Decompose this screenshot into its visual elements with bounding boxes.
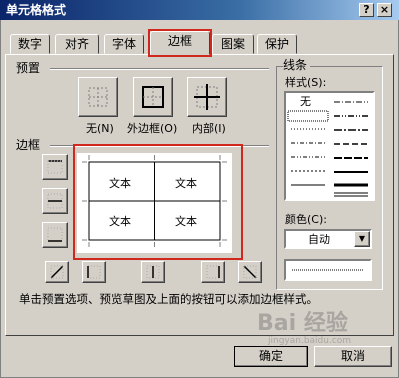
line-group-label: 线条 (283, 58, 311, 72)
preset-outline-button[interactable] (133, 77, 173, 117)
line-style-samples (287, 101, 368, 197)
line-sample-preview (284, 259, 372, 281)
border-bottom-icon (47, 227, 63, 242)
border-middle-horizontal-button[interactable] (42, 188, 68, 214)
line-color-label: 颜色(C): (285, 213, 327, 226)
border-top-button[interactable] (42, 154, 68, 180)
border-middle-vertical-icon (146, 265, 160, 279)
tab-protection[interactable]: 保护 (257, 34, 297, 54)
chevron-down-icon[interactable]: ▼ (354, 231, 370, 247)
cancel-button[interactable]: 取消 (314, 346, 392, 367)
diagonal-down-icon (243, 265, 257, 279)
preset-outline-label: 外边框(O) (127, 122, 178, 135)
border-bottom-button[interactable] (42, 222, 68, 248)
preset-inside-label: 内部(I) (192, 122, 226, 135)
close-button[interactable]: × (377, 3, 392, 17)
ok-button[interactable]: 确定 (234, 346, 308, 367)
border-group-label: 边框 (16, 138, 44, 152)
border-right-button[interactable] (201, 261, 225, 283)
line-style-list[interactable]: 无 (284, 91, 375, 201)
border-right-icon (206, 265, 220, 279)
presets-group-label: 预置 (16, 61, 44, 75)
tab-font[interactable]: 字体 (104, 34, 144, 54)
dialog-title: 单元格格式 (6, 3, 67, 17)
border-diagonal-up-button[interactable] (45, 261, 69, 283)
tab-alignment[interactable]: 对齐 (55, 34, 99, 54)
highlight-box-preview (73, 144, 243, 260)
line-sample-stroke (292, 269, 364, 271)
presets-divider (50, 68, 269, 70)
line-color-select[interactable]: 自动 ▼ (284, 229, 372, 249)
baidu-watermark: Bai 经验 (257, 311, 348, 336)
help-button[interactable]: ? (359, 3, 374, 17)
highlight-box-tab (148, 29, 212, 57)
border-top-icon (47, 160, 63, 174)
tab-pattern[interactable]: 图案 (212, 34, 254, 54)
border-left-icon (87, 265, 101, 279)
hint-text: 单击预置选项、预览草图及上面的按钮可以添加边框样式。 (19, 292, 318, 306)
border-diagonal-down-button[interactable] (238, 261, 262, 283)
border-left-button[interactable] (82, 261, 106, 283)
preset-inside-button[interactable] (187, 77, 227, 117)
watermark-url: jingyan.baidu.com (268, 336, 352, 346)
line-style-label: 样式(S): (285, 76, 327, 89)
preset-none-icon (88, 87, 108, 107)
tab-number[interactable]: 数字 (10, 34, 50, 54)
preset-inside-icon (194, 84, 220, 110)
line-color-value: 自动 (308, 233, 330, 246)
preset-none-button[interactable] (78, 77, 118, 117)
preset-none-label: 无(N) (86, 122, 114, 135)
border-middle-vertical-button[interactable] (141, 261, 165, 283)
border-middle-horizontal-icon (47, 193, 63, 209)
diagonal-up-icon (50, 265, 64, 279)
preset-outline-icon (142, 86, 164, 108)
